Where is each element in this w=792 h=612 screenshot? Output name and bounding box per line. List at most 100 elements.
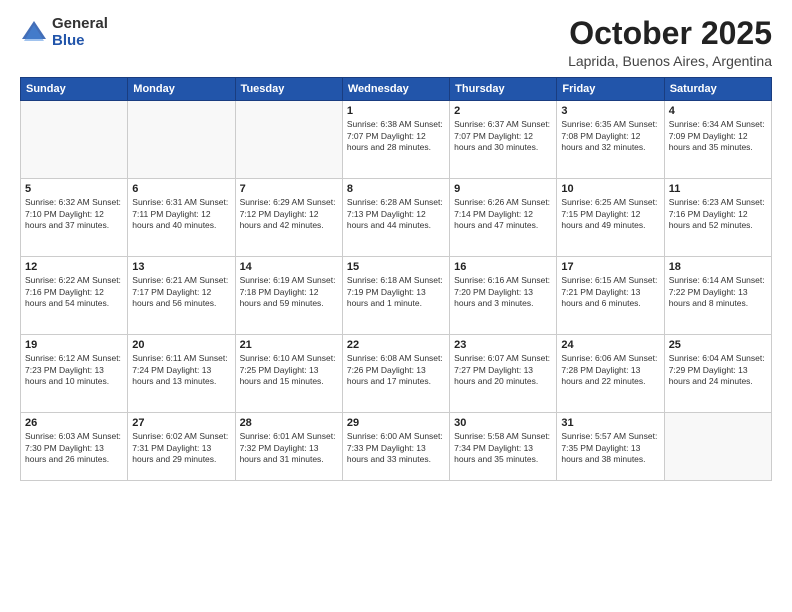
day-number: 10 [561,183,659,195]
calendar-cell: 10 Sunrise: 6:25 AM Sunset: 7:15 PM Dayli… [557,179,664,257]
day-number: 20 [132,339,230,351]
day-number: 27 [132,417,230,429]
day-number: 18 [669,261,767,273]
calendar-cell: 1 Sunrise: 6:38 AM Sunset: 7:07 PM Daylig… [342,101,449,179]
day-info: Sunrise: 6:00 AM Sunset: 7:33 PM Dayligh… [347,431,445,465]
day-info: Sunrise: 5:58 AM Sunset: 7:34 PM Dayligh… [454,431,552,465]
calendar-cell: 6Sunrise: 6:31 AM Sunset: 7:11 PM Daylig… [128,179,235,257]
calendar-cell: 5 Sunrise: 6:32 AM Sunset: 7:10 PM Daylig… [21,179,128,257]
day-info: Sunrise: 6:06 AM Sunset: 7:28 PM Dayligh… [561,353,659,387]
logo-icon [20,19,48,47]
calendar-cell [128,101,235,179]
weekday-header: Thursday [450,78,557,101]
day-number: 17 [561,261,659,273]
logo-general-text: General [52,16,108,33]
calendar-cell: 7Sunrise: 6:29 AM Sunset: 7:12 PM Daylig… [235,179,342,257]
day-number: 19 [25,339,123,351]
day-info: Sunrise: 6:32 AM Sunset: 7:10 PM Dayligh… [25,197,123,231]
day-number: 4 [669,105,767,117]
logo: General Blue [20,16,108,49]
day-info: Sunrise: 6:01 AM Sunset: 7:32 PM Dayligh… [240,431,338,465]
calendar-cell: 17 Sunrise: 6:15 AM Sunset: 7:21 PM Dayli… [557,257,664,335]
calendar-cell: 23 Sunrise: 6:07 AM Sunset: 7:27 PM Dayli… [450,335,557,413]
day-info: Sunrise: 6:12 AM Sunset: 7:23 PM Dayligh… [25,353,123,387]
day-info: Sunrise: 6:11 AM Sunset: 7:24 PM Dayligh… [132,353,230,387]
day-number: 21 [240,339,338,351]
calendar-cell: 11 Sunrise: 6:23 AM Sunset: 7:16 PM Dayli… [664,179,771,257]
calendar-cell [664,413,771,481]
weekday-header: Monday [128,78,235,101]
day-number: 14 [240,261,338,273]
calendar-cell: 18 Sunrise: 6:14 AM Sunset: 7:22 PM Dayli… [664,257,771,335]
day-number: 9 [454,183,552,195]
calendar-title: October 2025 [568,16,772,51]
day-number: 22 [347,339,445,351]
calendar-cell: 13 Sunrise: 6:21 AM Sunset: 7:17 PM Dayli… [128,257,235,335]
title-block: October 2025 Laprida, Buenos Aires, Arge… [568,16,772,69]
day-number: 5 [25,183,123,195]
day-info: Sunrise: 6:07 AM Sunset: 7:27 PM Dayligh… [454,353,552,387]
calendar-cell: 30 Sunrise: 5:58 AM Sunset: 7:34 PM Dayli… [450,413,557,481]
calendar-cell: 9Sunrise: 6:26 AM Sunset: 7:14 PM Daylig… [450,179,557,257]
day-info: Sunrise: 6:19 AM Sunset: 7:18 PM Dayligh… [240,275,338,309]
calendar-cell: 14 Sunrise: 6:19 AM Sunset: 7:18 PM Dayli… [235,257,342,335]
calendar-cell: 15 Sunrise: 6:18 AM Sunset: 7:19 PM Dayli… [342,257,449,335]
logo-blue-text: Blue [52,33,108,50]
day-number: 23 [454,339,552,351]
day-info: Sunrise: 6:16 AM Sunset: 7:20 PM Dayligh… [454,275,552,309]
day-number: 3 [561,105,659,117]
day-number: 26 [25,417,123,429]
calendar-cell: 12 Sunrise: 6:22 AM Sunset: 7:16 PM Dayli… [21,257,128,335]
day-info: Sunrise: 6:22 AM Sunset: 7:16 PM Dayligh… [25,275,123,309]
day-info: Sunrise: 6:25 AM Sunset: 7:15 PM Dayligh… [561,197,659,231]
calendar-table: SundayMondayTuesdayWednesdayThursdayFrid… [20,77,772,481]
day-info: Sunrise: 6:18 AM Sunset: 7:19 PM Dayligh… [347,275,445,309]
calendar-cell: 2 Sunrise: 6:37 AM Sunset: 7:07 PM Daylig… [450,101,557,179]
calendar-cell: 25Sunrise: 6:04 AM Sunset: 7:29 PM Dayli… [664,335,771,413]
weekday-header: Wednesday [342,78,449,101]
calendar-cell: 24 Sunrise: 6:06 AM Sunset: 7:28 PM Dayli… [557,335,664,413]
day-number: 6 [132,183,230,195]
day-number: 31 [561,417,659,429]
calendar-cell: 4Sunrise: 6:34 AM Sunset: 7:09 PM Daylig… [664,101,771,179]
day-info: Sunrise: 6:08 AM Sunset: 7:26 PM Dayligh… [347,353,445,387]
calendar-cell: 26Sunrise: 6:03 AM Sunset: 7:30 PM Dayli… [21,413,128,481]
day-info: Sunrise: 6:21 AM Sunset: 7:17 PM Dayligh… [132,275,230,309]
day-number: 30 [454,417,552,429]
day-number: 11 [669,183,767,195]
day-info: Sunrise: 6:29 AM Sunset: 7:12 PM Dayligh… [240,197,338,231]
day-number: 8 [347,183,445,195]
day-info: Sunrise: 6:37 AM Sunset: 7:07 PM Dayligh… [454,119,552,153]
day-number: 16 [454,261,552,273]
day-info: Sunrise: 6:38 AM Sunset: 7:07 PM Dayligh… [347,119,445,153]
day-number: 28 [240,417,338,429]
calendar-cell: 21 Sunrise: 6:10 AM Sunset: 7:25 PM Dayli… [235,335,342,413]
calendar-cell: 19 Sunrise: 6:12 AM Sunset: 7:23 PM Dayli… [21,335,128,413]
day-info: Sunrise: 6:15 AM Sunset: 7:21 PM Dayligh… [561,275,659,309]
calendar-subtitle: Laprida, Buenos Aires, Argentina [568,53,772,69]
calendar-cell: 28 Sunrise: 6:01 AM Sunset: 7:32 PM Dayli… [235,413,342,481]
day-info: Sunrise: 6:28 AM Sunset: 7:13 PM Dayligh… [347,197,445,231]
page: General Blue October 2025 Laprida, Bueno… [0,0,792,612]
calendar-cell: 22 Sunrise: 6:08 AM Sunset: 7:26 PM Dayli… [342,335,449,413]
day-number: 12 [25,261,123,273]
weekday-header: Saturday [664,78,771,101]
day-number: 2 [454,105,552,117]
calendar-cell: 29 Sunrise: 6:00 AM Sunset: 7:33 PM Dayli… [342,413,449,481]
calendar-cell [21,101,128,179]
calendar-cell: 27Sunrise: 6:02 AM Sunset: 7:31 PM Dayli… [128,413,235,481]
calendar-cell: 31Sunrise: 5:57 AM Sunset: 7:35 PM Dayli… [557,413,664,481]
day-number: 1 [347,105,445,117]
day-info: Sunrise: 6:14 AM Sunset: 7:22 PM Dayligh… [669,275,767,309]
day-info: Sunrise: 6:04 AM Sunset: 7:29 PM Dayligh… [669,353,767,387]
day-number: 24 [561,339,659,351]
calendar-cell [235,101,342,179]
day-info: Sunrise: 6:10 AM Sunset: 7:25 PM Dayligh… [240,353,338,387]
weekday-header: Sunday [21,78,128,101]
day-number: 15 [347,261,445,273]
day-info: Sunrise: 6:23 AM Sunset: 7:16 PM Dayligh… [669,197,767,231]
day-number: 29 [347,417,445,429]
header: General Blue October 2025 Laprida, Bueno… [20,16,772,69]
day-number: 13 [132,261,230,273]
calendar-cell: 8 Sunrise: 6:28 AM Sunset: 7:13 PM Daylig… [342,179,449,257]
